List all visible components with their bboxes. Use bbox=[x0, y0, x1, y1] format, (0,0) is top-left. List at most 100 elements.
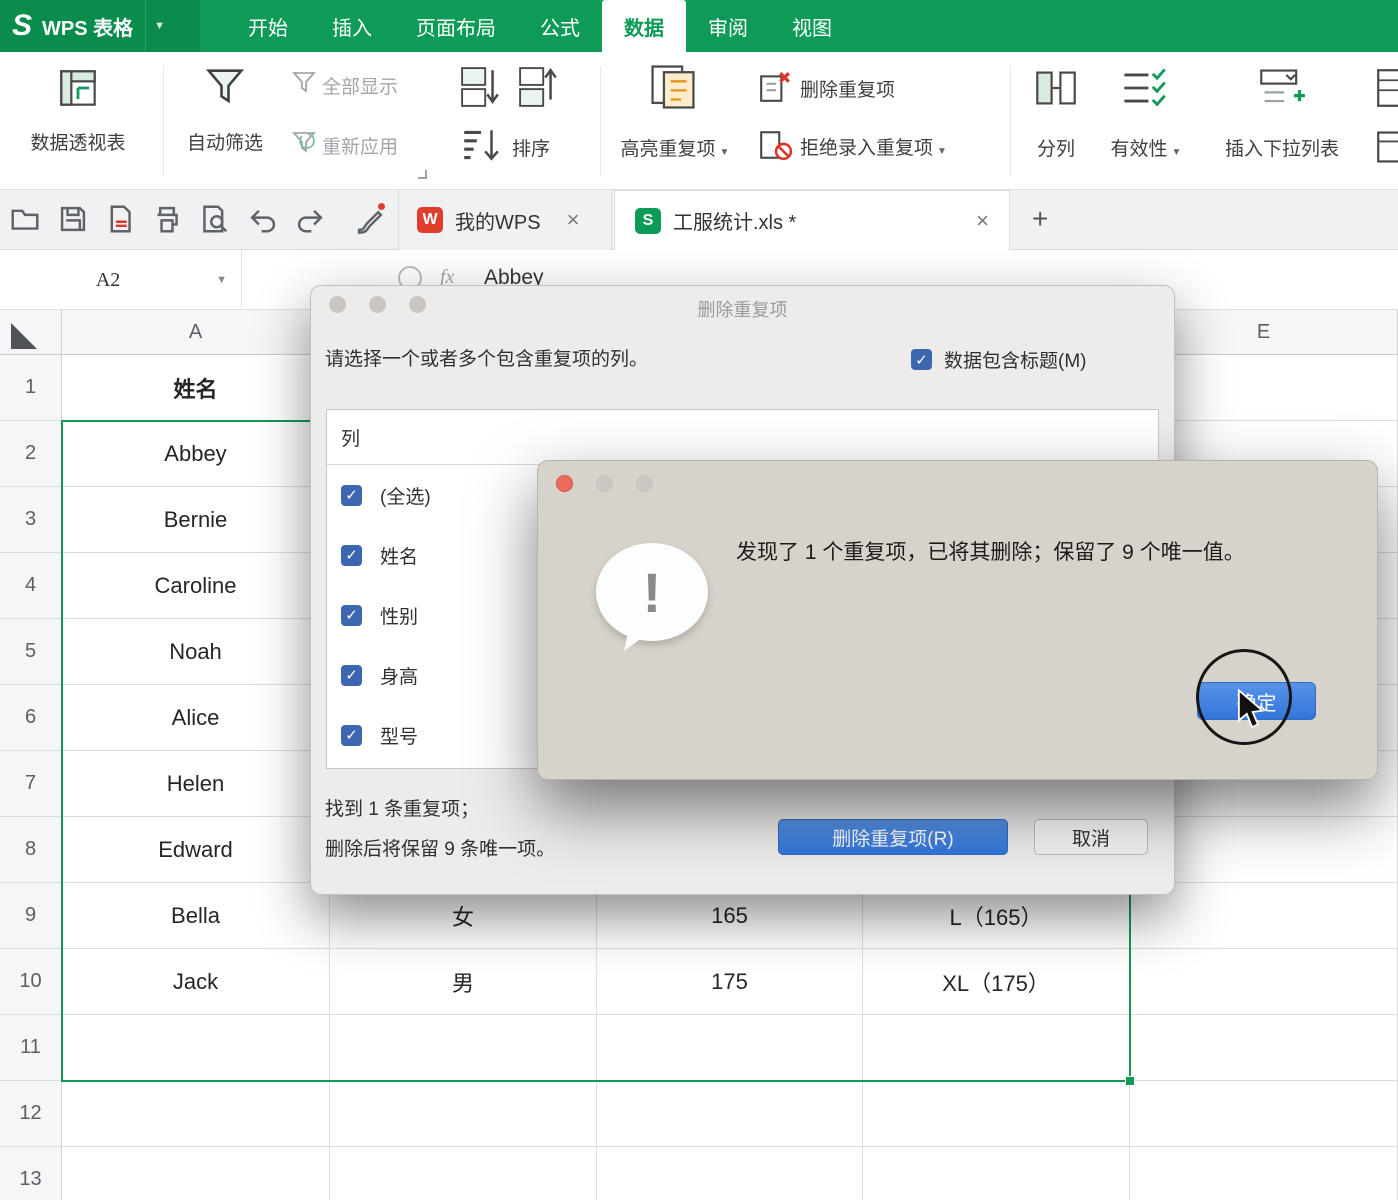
tab-workbook-close-icon[interactable]: × bbox=[976, 208, 989, 234]
cell-A12[interactable] bbox=[62, 1081, 330, 1147]
cell-A7[interactable]: Helen bbox=[62, 751, 330, 817]
menu-tab-page-layout[interactable]: 页面布局 bbox=[394, 0, 518, 52]
open-file-icon[interactable] bbox=[10, 204, 40, 234]
cell-A4[interactable]: Caroline bbox=[62, 553, 330, 619]
cell-A13[interactable] bbox=[62, 1147, 330, 1200]
remove-duplicates-button[interactable]: 删除重复项 bbox=[800, 75, 895, 102]
cell-A11[interactable] bbox=[62, 1015, 330, 1081]
row-header-3[interactable]: 3 bbox=[0, 487, 62, 553]
highlight-duplicates-button[interactable]: 高亮重复项▼ bbox=[600, 134, 750, 161]
auto-filter-button[interactable]: 自动筛选 bbox=[165, 128, 285, 155]
cell-A9[interactable]: Bella bbox=[62, 883, 330, 949]
reject-duplicates-button[interactable]: 拒绝录入重复项▼ bbox=[800, 133, 947, 160]
row-header-5[interactable]: 5 bbox=[0, 619, 62, 685]
cell-A3[interactable]: Bernie bbox=[62, 487, 330, 553]
cell-C11[interactable] bbox=[597, 1015, 863, 1081]
cancel-button[interactable]: 取消 bbox=[1034, 819, 1148, 855]
row-header-2[interactable]: 2 bbox=[0, 421, 62, 487]
insert-dropdown-button[interactable]: 插入下拉列表 bbox=[1212, 134, 1352, 161]
cell-A2[interactable]: Abbey bbox=[62, 421, 330, 487]
app-logo[interactable]: S WPS 表格 ▼ bbox=[0, 0, 200, 52]
redo-icon[interactable] bbox=[295, 204, 325, 234]
row-header-13[interactable]: 13 bbox=[0, 1147, 62, 1200]
row-header-12[interactable]: 12 bbox=[0, 1081, 62, 1147]
name-box[interactable]: A2 ▼ bbox=[0, 250, 242, 310]
print-icon[interactable] bbox=[152, 204, 182, 234]
pivot-table-icon[interactable] bbox=[58, 68, 98, 108]
filter-group-launcher-icon[interactable] bbox=[418, 170, 427, 179]
sort-button[interactable]: 排序 bbox=[512, 134, 550, 161]
insert-dropdown-icon[interactable] bbox=[1258, 66, 1306, 110]
height-checkbox[interactable]: ✓ bbox=[341, 665, 362, 686]
menu-tab-data[interactable]: 数据 bbox=[602, 0, 686, 52]
cell-E11[interactable] bbox=[1130, 1015, 1398, 1081]
cell-C13[interactable] bbox=[597, 1147, 863, 1200]
cell-A5[interactable]: Noah bbox=[62, 619, 330, 685]
cell-B11[interactable] bbox=[330, 1015, 597, 1081]
cell-E13[interactable] bbox=[1130, 1147, 1398, 1200]
validation-icon[interactable] bbox=[1120, 66, 1168, 110]
cell-B13[interactable] bbox=[330, 1147, 597, 1200]
auto-filter-icon[interactable] bbox=[204, 64, 246, 110]
cell-D11[interactable] bbox=[863, 1015, 1130, 1081]
row-header-1[interactable]: 1 bbox=[0, 355, 62, 421]
selection-fill-handle[interactable] bbox=[1125, 1076, 1135, 1086]
undo-icon[interactable] bbox=[248, 204, 278, 234]
alert-zoom-icon[interactable] bbox=[636, 475, 653, 492]
name-checkbox[interactable]: ✓ bbox=[341, 545, 362, 566]
cell-A10[interactable]: Jack bbox=[62, 949, 330, 1015]
print-preview-icon[interactable] bbox=[199, 204, 229, 234]
alert-minimize-icon[interactable] bbox=[596, 475, 613, 492]
cell-B12[interactable] bbox=[330, 1081, 597, 1147]
show-all-button[interactable]: 全部显示 bbox=[322, 72, 398, 99]
cell-D13[interactable] bbox=[863, 1147, 1130, 1200]
validation-button[interactable]: 有效性▼ bbox=[1098, 134, 1194, 161]
cell-A8[interactable]: Edward bbox=[62, 817, 330, 883]
highlight-duplicates-icon[interactable] bbox=[648, 62, 698, 112]
name-box-caret-icon[interactable]: ▼ bbox=[216, 274, 241, 286]
gender-checkbox[interactable]: ✓ bbox=[341, 605, 362, 626]
text-to-columns-icon[interactable] bbox=[1034, 66, 1078, 110]
cell-E12[interactable] bbox=[1130, 1081, 1398, 1147]
select-all-corner[interactable] bbox=[0, 310, 62, 355]
menu-tab-view[interactable]: 视图 bbox=[770, 0, 854, 52]
cell-B10[interactable]: 男 bbox=[330, 949, 597, 1015]
cell-E10[interactable] bbox=[1130, 949, 1398, 1015]
alert-close-icon[interactable] bbox=[556, 475, 573, 492]
menu-tab-formulas[interactable]: 公式 bbox=[518, 0, 602, 52]
remove-duplicates-icon[interactable] bbox=[758, 70, 792, 104]
data-has-headers-option[interactable]: ✓ 数据包含标题(M) bbox=[911, 346, 1086, 373]
row-header-9[interactable]: 9 bbox=[0, 883, 62, 949]
sort-az-icon[interactable] bbox=[460, 64, 502, 110]
cell-D12[interactable] bbox=[863, 1081, 1130, 1147]
logo-dropdown-icon[interactable]: ▼ bbox=[145, 0, 173, 52]
size-checkbox[interactable]: ✓ bbox=[341, 725, 362, 746]
new-tab-button[interactable]: + bbox=[1032, 203, 1048, 235]
row-header-11[interactable]: 11 bbox=[0, 1015, 62, 1081]
menu-tab-review[interactable]: 审阅 bbox=[686, 0, 770, 52]
sort-za-icon[interactable] bbox=[518, 64, 560, 110]
cell-D10[interactable]: XL（175） bbox=[863, 949, 1130, 1015]
tab-workbook[interactable]: S 工服统计.xls * × bbox=[614, 190, 1010, 250]
tab-my-wps-close-icon[interactable]: × bbox=[567, 207, 580, 233]
select-all-checkbox[interactable]: ✓ bbox=[341, 485, 362, 506]
reapply-button[interactable]: 重新应用 bbox=[322, 132, 398, 159]
tab-my-wps[interactable]: W 我的WPS × bbox=[398, 190, 612, 250]
ok-button[interactable]: 确定 bbox=[1197, 682, 1316, 720]
row-header-10[interactable]: 10 bbox=[0, 949, 62, 1015]
row-header-7[interactable]: 7 bbox=[0, 751, 62, 817]
headers-checkbox[interactable]: ✓ bbox=[911, 349, 932, 370]
cell-A6[interactable]: Alice bbox=[62, 685, 330, 751]
remove-duplicates-confirm-button[interactable]: 删除重复项(R) bbox=[778, 819, 1008, 855]
row-header-4[interactable]: 4 bbox=[0, 553, 62, 619]
menu-tab-home[interactable]: 开始 bbox=[226, 0, 310, 52]
cell-A1[interactable]: 姓名 bbox=[62, 355, 330, 421]
row-header-6[interactable]: 6 bbox=[0, 685, 62, 751]
custom-sort-icon[interactable] bbox=[460, 122, 502, 168]
row-header-8[interactable]: 8 bbox=[0, 817, 62, 883]
cell-C10[interactable]: 175 bbox=[597, 949, 863, 1015]
menu-tab-insert[interactable]: 插入 bbox=[310, 0, 394, 52]
cell-C12[interactable] bbox=[597, 1081, 863, 1147]
export-pdf-icon[interactable] bbox=[105, 204, 135, 234]
save-icon[interactable] bbox=[58, 204, 88, 234]
